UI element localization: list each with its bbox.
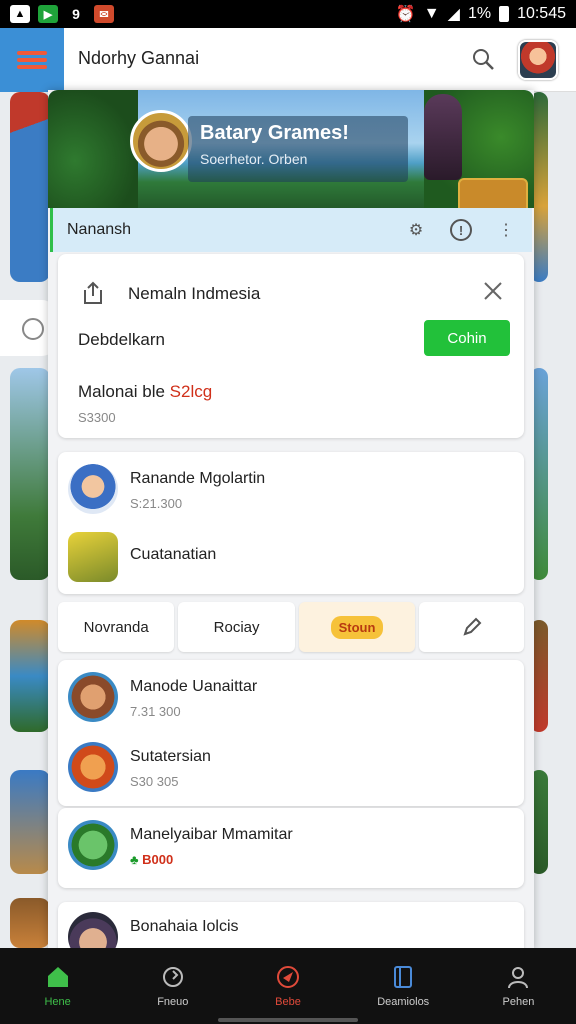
nav-label: Bebe [275,996,301,1008]
share-icon[interactable] [80,280,106,306]
list-item-value: B000 [142,852,174,867]
more-icon[interactable]: ⋮ [494,218,518,242]
list-item-sub: S:21.300 [130,496,183,511]
page-title: Ndorhy Gannai [78,48,200,68]
app-icon [68,820,118,870]
banner-subtitle: Soerhetor. Orben [200,151,308,167]
nav-send[interactable]: Bebe [230,948,345,1024]
list-item[interactable]: Manelyaibar Mmamitar ♣ B000 [68,820,508,880]
battery-percent: 1% [467,5,492,22]
list-item-sub: ♣ B000 [130,852,173,867]
nav-library[interactable]: Deamiolos [346,948,461,1024]
alarm-icon: ⏰ [395,6,416,23]
menu-button[interactable] [0,28,64,92]
background-card[interactable] [10,770,50,874]
nav-label: Pehen [502,996,535,1008]
search-icon[interactable] [470,46,496,72]
list-card: Manelyaibar Mmamitar ♣ B000 [58,808,524,888]
game-banner[interactable]: Batary Grames! Soerhetor. Orben [48,90,534,208]
list-item[interactable]: Ranande Mgolartin S:21.300 [68,464,508,524]
nav-label: Hene [44,996,71,1008]
overlay-sheet: Batary Grames! Soerhetor. Orben Nanansh … [48,90,534,962]
close-icon[interactable] [480,278,506,304]
home-icon [47,967,68,987]
mail-icon: ✉ [94,5,114,23]
list-card: Manode Uanaittar 7.31 300 Sutatersian S3… [58,660,524,806]
background-card[interactable] [10,92,50,282]
bottom-nav: Hene Fneuo Bebe Deamiolos Pehen [0,948,576,1024]
notice-row2: Malonai ble S2lcg [78,382,212,402]
person-icon [508,967,529,989]
list-item[interactable]: Manode Uanaittar 7.31 300 [68,672,508,732]
clover-icon: ♣ [130,852,143,867]
tab-stoun-label: Stoun [330,615,384,639]
tab-bar: Novranda Rociay Stoun [58,602,524,652]
play-icon: ▶ [38,5,58,23]
list-item-sub: S30 305 [130,774,179,789]
nav-label: Deamiolos [377,996,430,1008]
tab-novranda[interactable]: Novranda [58,602,175,652]
list-item[interactable]: Cuatanatian [68,532,508,592]
book-icon [394,966,413,988]
app-icon [68,464,118,514]
info-icon[interactable]: ! [450,219,472,241]
list-item-sub: 7.31 300 [130,704,181,719]
app-icon [68,532,118,582]
banner-title: Batary Grames! [200,122,349,144]
clock-icon [22,318,44,340]
tab-rociay[interactable]: Rociay [178,602,295,652]
list-item-title: Manode Uanaittar [130,678,258,695]
list-item-title: Cuatanatian [130,546,217,563]
nine-icon: 9 [72,6,80,22]
app-header: Ndorhy Gannai [0,28,576,92]
wifi-icon: ▼ [423,5,440,22]
background-card[interactable] [10,898,50,948]
gear-icon[interactable]: ⚙ [404,218,428,242]
notice-card: Nemaln Indmesia Debdelkarn Cohin Malonai… [58,254,524,438]
nav-profile[interactable]: Pehen [461,948,576,1024]
sheet-toolbar: Nanansh ⚙ ! ⋮ [50,208,532,252]
list-card: Ranande Mgolartin S:21.300 Cuatanatian [58,452,524,594]
nav-label: Fneuo [157,996,189,1008]
hero-avatar [130,110,192,172]
app-icon [68,742,118,792]
tab-stoun[interactable]: Stoun [298,602,416,652]
image-icon: ▲ [10,5,30,23]
battery-icon [499,6,510,22]
notice-row-label: Debdelkarn [78,330,165,349]
status-bar: ▲ ▶ 9 ✉ ⏰ ▼ ◢ 1% 10:545 [0,0,576,28]
background-card[interactable] [10,620,50,732]
list-item[interactable]: Sutatersian S30 305 [68,742,508,802]
clock: 10:545 [517,5,566,22]
notice-title: Nemaln Indmesia [128,284,261,303]
treasure-chest-icon [458,178,528,208]
banner-title-box: Batary Grames! Soerhetor. Orben [188,116,408,182]
notice-row2-highlight: S2lcg [169,382,213,401]
send-icon [277,966,299,988]
list-item-title: Ranande Mgolartin [130,470,266,487]
list-item-title: Bonahaia Iolcis [130,918,239,935]
notice-row2-sub: S3300 [78,410,116,425]
tab-edit[interactable] [419,602,524,652]
banner-scenery [48,90,138,208]
nav-refresh[interactable]: Fneuo [115,948,230,1024]
pen-icon [463,617,482,636]
banner-character [424,94,462,180]
confirm-button[interactable]: Cohin [424,320,510,356]
list-item-title: Sutatersian [130,748,211,765]
home-indicator[interactable] [218,1018,358,1022]
hamburger-icon [17,51,47,69]
nav-home[interactable]: Hene [0,948,115,1024]
notice-row2-label: Malonai ble [78,382,170,401]
refresh-icon [162,967,183,987]
toolbar-title: Nanansh [67,221,132,238]
app-icon [68,672,118,722]
background-card[interactable] [10,368,50,580]
signal-icon: ◢ [447,6,460,23]
list-item-title: Manelyaibar Mmamitar [130,826,293,843]
avatar[interactable] [518,40,558,80]
